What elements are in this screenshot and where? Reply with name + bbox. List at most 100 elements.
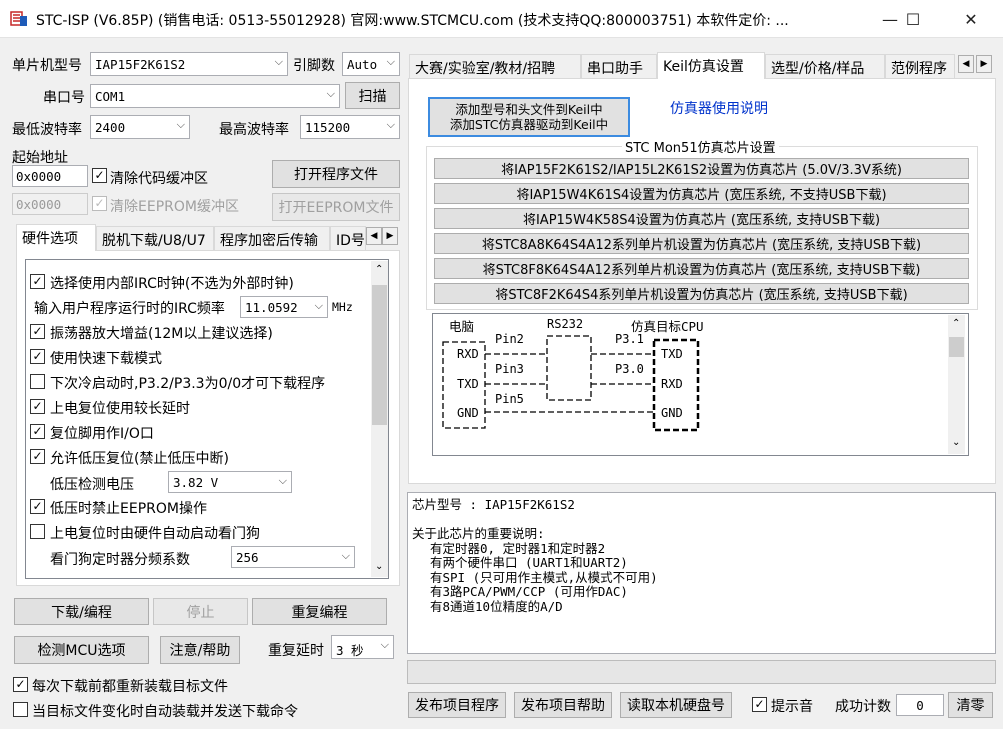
- sim-stc8f2k-button[interactable]: 将STC8F2K64S4系列单片机设置为仿真芯片 (宽压系统, 支持USB下载): [434, 283, 969, 304]
- tab-encrypted-transfer[interactable]: 程序加密后传输: [214, 226, 330, 250]
- check-mcu-button[interactable]: 检测MCU选项: [14, 636, 149, 664]
- pin-count-select[interactable]: Auto ⌵: [342, 52, 400, 76]
- cold-boot-label: 下次冷启动时,P3.2/P3.3为0/0才可下载程序: [50, 376, 326, 392]
- repeat-delay-select[interactable]: 3 秒 ⌵: [331, 635, 394, 659]
- chevron-down-icon: ⌵: [386, 118, 395, 131]
- scroll-up-icon[interactable]: ⌃: [952, 318, 960, 329]
- auto-send-checkbox[interactable]: [13, 702, 28, 717]
- tab-scroll-right-icon[interactable]: ▶: [976, 55, 992, 73]
- max-baud-select[interactable]: 115200 ⌵: [300, 115, 400, 139]
- scroll-thumb[interactable]: [949, 337, 964, 357]
- osc-gain-checkbox[interactable]: ✓: [30, 324, 45, 339]
- irc-label: 选择使用内部IRC时钟(不选为外部时钟): [50, 276, 294, 292]
- add-keil-line2: 添加STC仿真器驱动到Keil中: [449, 117, 609, 132]
- clear-eeprom-label: 清除EEPROM缓冲区: [110, 199, 239, 215]
- serial-port-value: COM1: [95, 89, 126, 104]
- add-keil-line1: 添加型号和头文件到Keil中: [455, 102, 603, 117]
- reload-each-checkbox[interactable]: ✓: [13, 677, 28, 692]
- wdt-auto-checkbox[interactable]: [30, 524, 45, 539]
- lvd-eeprom-checkbox[interactable]: ✓: [30, 499, 45, 514]
- irc-checkbox[interactable]: ✓: [30, 274, 45, 289]
- beep-checkbox[interactable]: ✓: [752, 697, 767, 712]
- tab-hardware-options[interactable]: 硬件选项: [16, 224, 96, 251]
- irc-freq-value: 11.0592: [245, 300, 298, 315]
- clear-code-checkbox[interactable]: ✓: [92, 168, 107, 183]
- por-delay-label: 上电复位使用较长延时: [50, 401, 190, 417]
- max-baud-label: 最高波特率: [219, 122, 289, 138]
- maximize-button[interactable]: ☐: [890, 0, 936, 38]
- tab-scroll-left-icon[interactable]: ◀: [958, 55, 974, 73]
- hardware-options-panel: ✓ 选择使用内部IRC时钟(不选为外部时钟) 输入用户程序运行时的IRC频率 1…: [16, 250, 400, 586]
- lvd-voltage-select[interactable]: 3.82 V ⌵: [168, 471, 292, 493]
- chevron-down-icon: ⌵: [341, 549, 350, 562]
- sim-iap15f2k61s2-button[interactable]: 将IAP15F2K61S2/IAP15L2K61S2设置为仿真芯片 (5.0V/…: [434, 158, 969, 179]
- target-txd-label: TXD: [661, 347, 683, 361]
- tab-id-number[interactable]: ID号: [330, 226, 366, 250]
- scroll-thumb[interactable]: [372, 285, 387, 425]
- diagram-scrollbar[interactable]: ⌃ ⌄: [948, 315, 965, 454]
- sim-iap15w4k61s4-button[interactable]: 将IAP15W4K61S4设置为仿真芯片 (宽压系统, 不支持USB下载): [434, 183, 969, 204]
- tab-scroll-left-icon[interactable]: ◀: [366, 227, 382, 245]
- scan-button[interactable]: 扫描: [345, 82, 400, 109]
- publish-project-button[interactable]: 发布项目程序: [408, 692, 506, 718]
- scroll-down-icon[interactable]: ⌄: [952, 437, 960, 448]
- irc-freq-label: 输入用户程序运行时的IRC频率: [34, 301, 225, 317]
- pc-gnd-label: GND: [457, 406, 479, 420]
- por-delay-checkbox[interactable]: ✓: [30, 399, 45, 414]
- sim-stc8f8k-button[interactable]: 将STC8F8K64S4A12系列单片机设置为仿真芯片 (宽压系统, 支持USB…: [434, 258, 969, 279]
- chip-notes-title: 关于此芯片的重要说明:: [412, 526, 545, 541]
- scroll-down-icon[interactable]: ⌄: [375, 561, 383, 572]
- irc-freq-select[interactable]: 11.0592 ⌵: [240, 296, 328, 318]
- mcu-type-value: IAP15F2K61S2: [95, 57, 186, 72]
- min-baud-select[interactable]: 2400 ⌵: [90, 115, 190, 139]
- tab-selection-price[interactable]: 选型/价格/样品: [765, 54, 885, 78]
- mcu-type-select[interactable]: IAP15F2K61S2 ⌵: [90, 52, 288, 76]
- cold-boot-checkbox[interactable]: [30, 374, 45, 389]
- repeat-delay-label: 重复延时: [268, 643, 324, 659]
- lvr-checkbox[interactable]: ✓: [30, 449, 45, 464]
- simulator-manual-link[interactable]: 仿真器使用说明: [670, 98, 768, 118]
- wdt-divider-label: 看门狗定时器分频系数: [50, 552, 190, 568]
- start-address-label: 起始地址: [12, 150, 68, 166]
- wdt-divider-select[interactable]: 256 ⌵: [231, 546, 355, 568]
- chip-info-text: 芯片型号 : IAP15F2K61S2 关于此芯片的重要说明: 有定时器0, 定…: [407, 492, 996, 654]
- serial-port-label: 串口号: [43, 90, 85, 106]
- chevron-down-icon: ⌵: [380, 638, 389, 651]
- close-button[interactable]: ✕: [948, 0, 994, 38]
- reprogram-button[interactable]: 重复编程: [252, 598, 387, 625]
- scroll-up-icon[interactable]: ⌃: [375, 264, 383, 275]
- tab-scroll-right-icon[interactable]: ▶: [382, 227, 398, 245]
- read-hdd-button[interactable]: 读取本机硬盘号: [620, 692, 732, 718]
- pin3-label: Pin3: [495, 362, 524, 376]
- rs232-label: RS232: [547, 317, 584, 331]
- beep-label: 提示音: [771, 699, 813, 715]
- chevron-down-icon: ⌵: [176, 118, 185, 131]
- reset-io-checkbox[interactable]: ✓: [30, 424, 45, 439]
- tab-serial-assistant[interactable]: 串口助手: [581, 54, 657, 78]
- tab-offline-download[interactable]: 脱机下载/U8/U7: [96, 226, 214, 250]
- code-address-input[interactable]: 0x0000: [12, 165, 88, 187]
- options-scrollbar[interactable]: ⌃ ⌄: [371, 261, 388, 577]
- fast-download-checkbox[interactable]: ✓: [30, 349, 45, 364]
- open-eeprom-button: 打开EEPROM文件: [272, 193, 400, 221]
- min-baud-value: 2400: [95, 120, 126, 135]
- download-program-button[interactable]: 下载/编程: [14, 598, 149, 625]
- sim-iap15w4k58s4-button[interactable]: 将IAP15W4K58S4设置为仿真芯片 (宽压系统, 支持USB下载): [434, 208, 969, 229]
- target-rxd-label: RXD: [661, 377, 683, 391]
- lvd-voltage-value: 3.82 V: [173, 475, 219, 490]
- pc-txd-label: TXD: [457, 377, 479, 391]
- chevron-down-icon: ⌵: [386, 55, 395, 68]
- serial-port-select[interactable]: COM1 ⌵: [90, 84, 340, 108]
- sim-stc8a8k-button[interactable]: 将STC8A8K64S4A12系列单片机设置为仿真芯片 (宽压系统, 支持USB…: [434, 233, 969, 254]
- publish-help-button[interactable]: 发布项目帮助: [514, 692, 612, 718]
- add-to-keil-button[interactable]: 添加型号和头文件到Keil中 添加STC仿真器驱动到Keil中: [428, 97, 630, 137]
- tab-contest-lab[interactable]: 大赛/实验室/教材/招聘: [409, 54, 581, 78]
- reload-each-label: 每次下载前都重新装载目标文件: [32, 679, 228, 695]
- lvr-label: 允许低压复位(禁止低压中断): [50, 451, 229, 467]
- clear-count-button[interactable]: 清零: [948, 692, 993, 718]
- tab-keil-simulation[interactable]: Keil仿真设置: [657, 52, 765, 79]
- wdt-divider-value: 256: [236, 550, 259, 565]
- open-program-button[interactable]: 打开程序文件: [272, 160, 400, 188]
- tab-example-programs[interactable]: 范例程序: [885, 54, 955, 78]
- help-button[interactable]: 注意/帮助: [160, 636, 240, 664]
